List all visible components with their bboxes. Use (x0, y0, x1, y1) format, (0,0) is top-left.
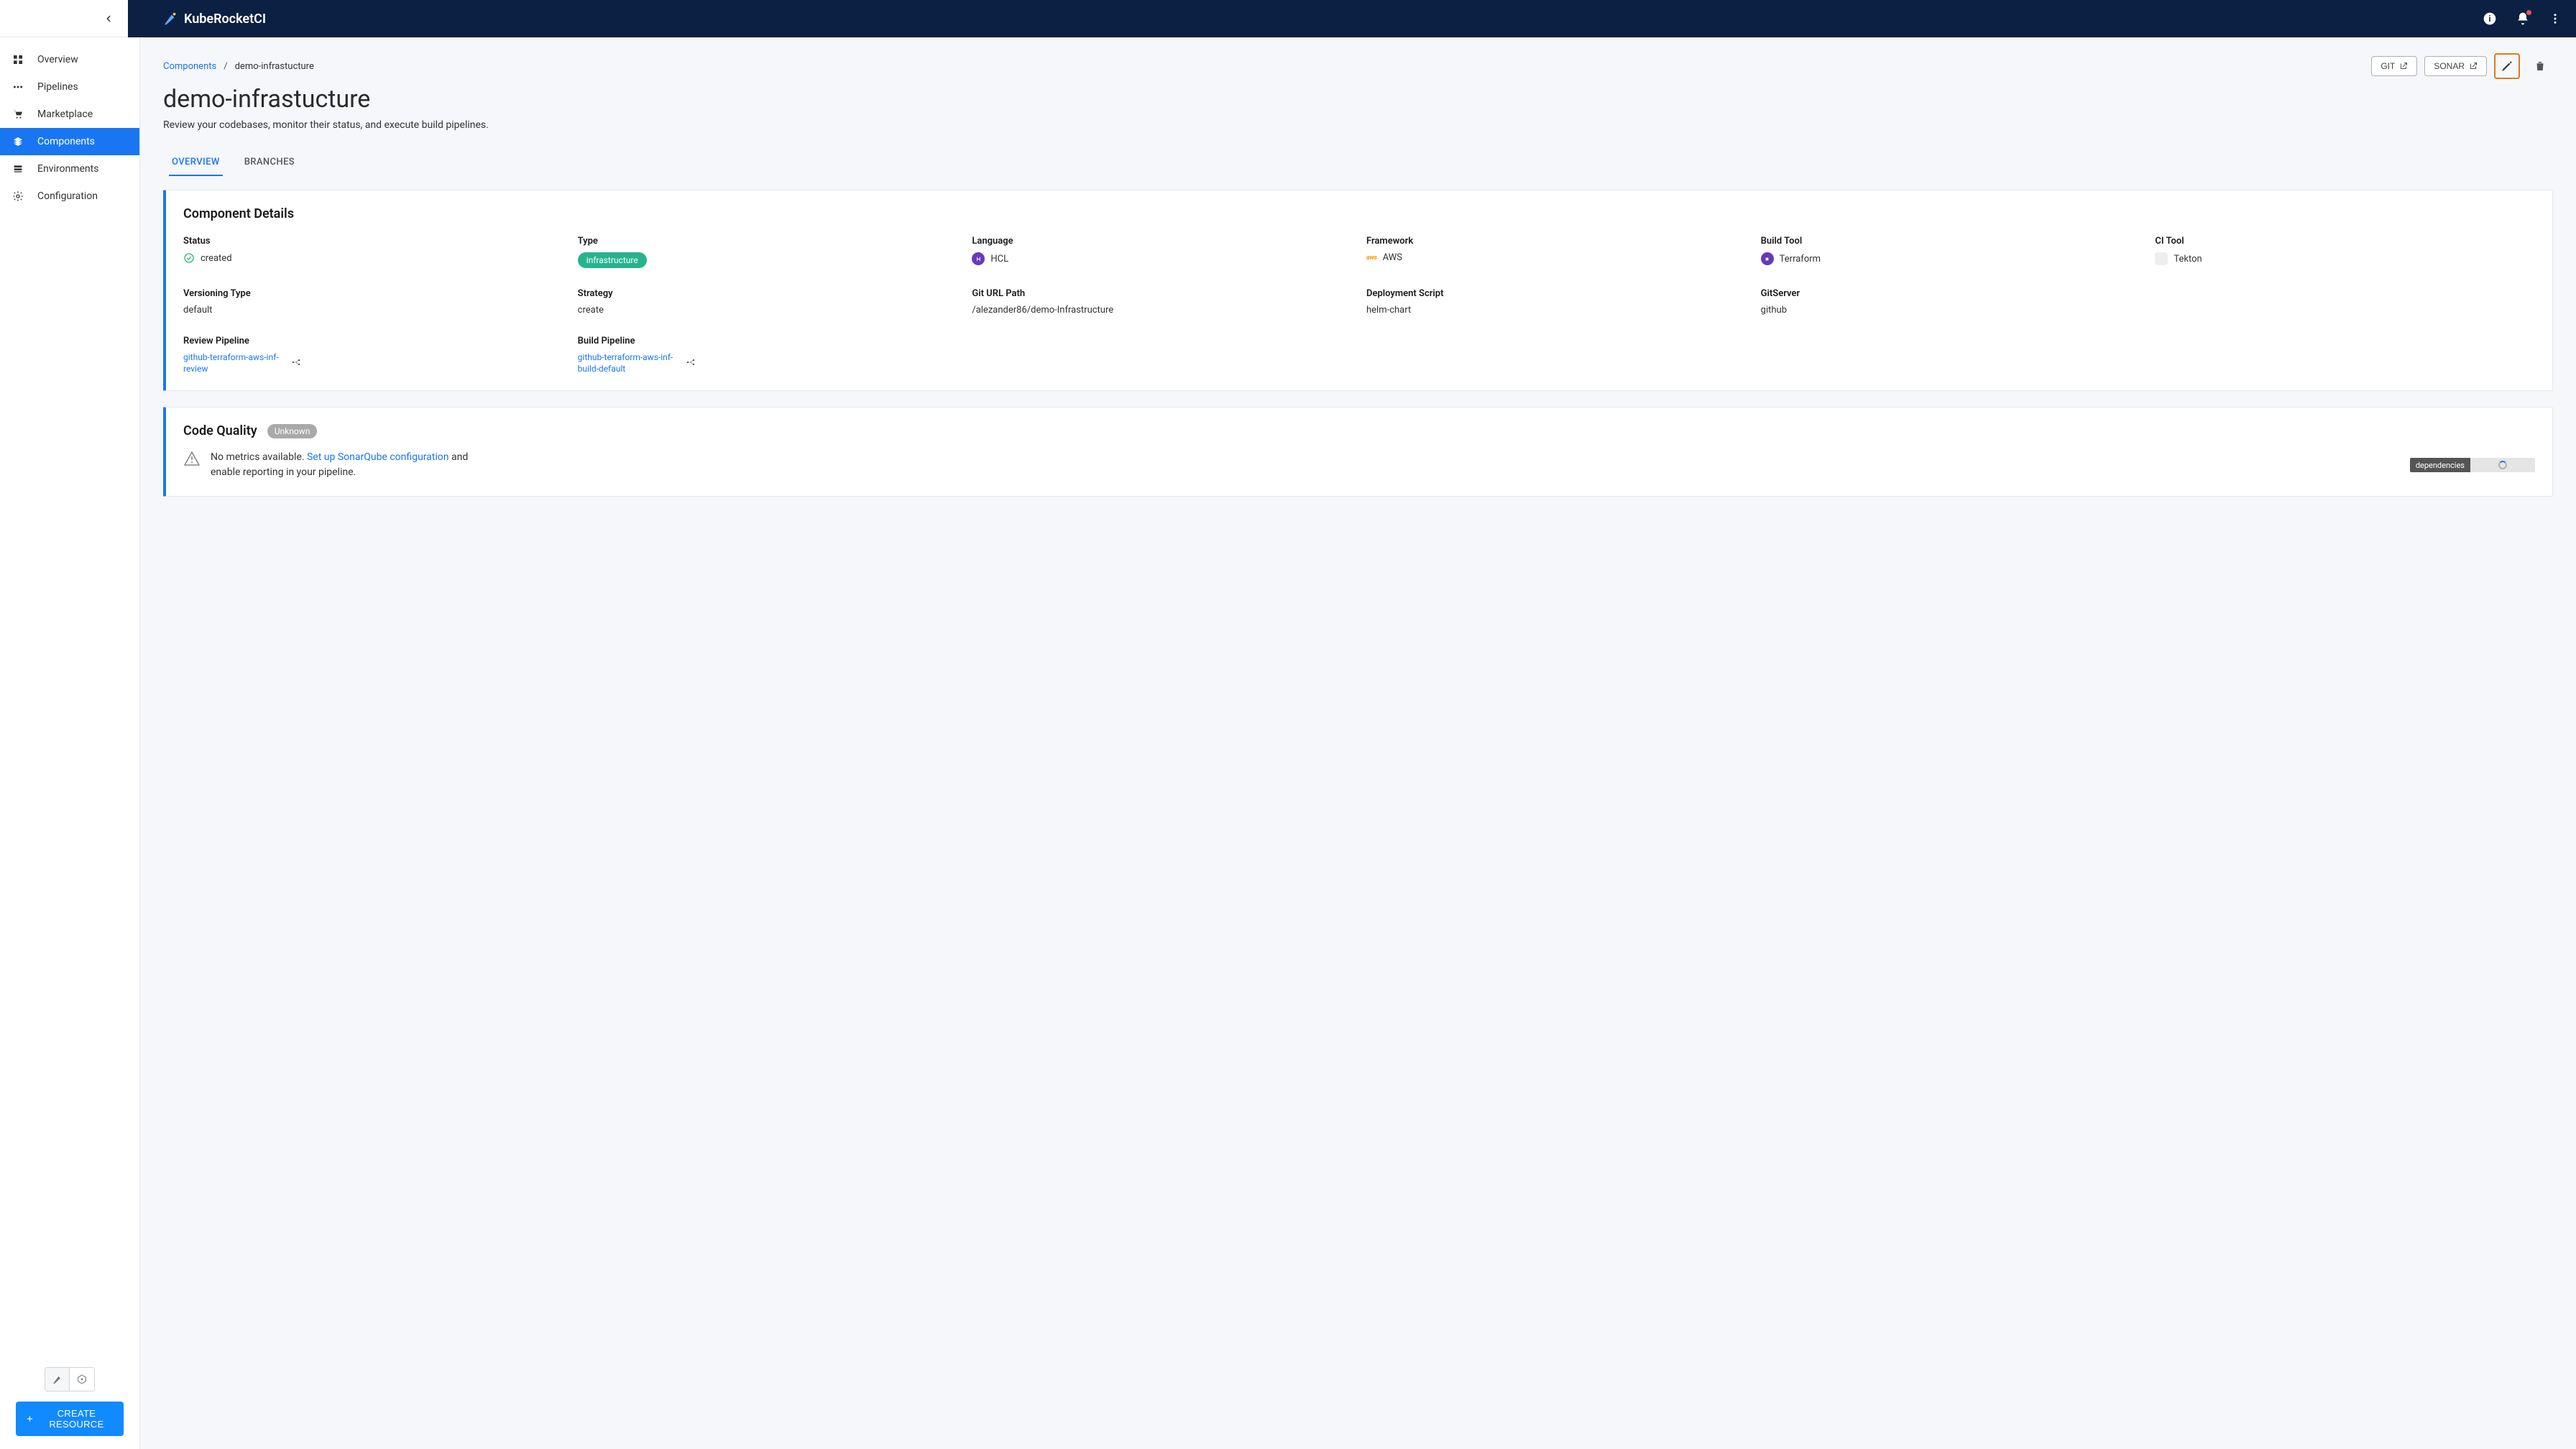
review-pipeline-link[interactable]: github-terraform-aws-inf-review (183, 352, 284, 374)
git-button-label: GIT (2380, 61, 2395, 71)
deploy-script-value: helm-chart (1366, 305, 1747, 316)
sidebar-item-label: Pipelines (37, 81, 78, 93)
git-button[interactable]: GIT (2371, 56, 2417, 76)
stack-icon (12, 162, 24, 175)
app-header: KubeRocketCI i (0, 0, 2576, 37)
dependencies-badge: dependencies (2410, 458, 2535, 472)
sidebar: Overview Pipelines Marketplace Component… (0, 37, 140, 1449)
code-quality-card: Code Quality Unknown No metrics availabl… (163, 407, 2553, 497)
breadcrumb: Components / demo-infrastucture (163, 61, 314, 72)
brand-icon (162, 11, 178, 27)
git-url-label: Git URL Path (972, 288, 1352, 299)
breadcrumb-current: demo-infrastucture (235, 61, 314, 72)
strategy-label: Strategy (578, 288, 958, 299)
view-toggle (45, 1367, 95, 1392)
check-circle-icon (183, 252, 195, 264)
main-content: Components / demo-infrastucture GIT SONA… (140, 37, 2576, 1449)
git-server-label: GitServer (1761, 288, 2141, 299)
dependencies-badge-status (2470, 458, 2535, 472)
notification-dot (2526, 10, 2531, 15)
component-details-heading: Component Details (183, 206, 2535, 221)
ci-tool-value: Tekton (2155, 252, 2535, 265)
pipeline-graph-icon[interactable] (686, 356, 696, 370)
code-quality-heading: Code Quality (183, 423, 257, 438)
type-pill: infrastructure (578, 252, 647, 268)
pencil-icon (2501, 60, 2513, 73)
sonar-button[interactable]: SONAR (2424, 56, 2487, 76)
language-label: Language (972, 236, 1352, 247)
create-resource-label: CREATE RESOURCE (40, 1408, 114, 1430)
sidebar-item-label: Environments (37, 163, 98, 175)
gear-icon (12, 190, 24, 203)
external-link-icon (2399, 62, 2408, 70)
sidebar-item-label: Overview (37, 54, 78, 65)
dependencies-badge-label: dependencies (2410, 458, 2470, 472)
dashboard-icon (12, 53, 24, 66)
pipelines-icon (12, 80, 24, 93)
delete-button[interactable] (2527, 53, 2553, 79)
tabs: OVERVIEW BRANCHES (163, 150, 2553, 177)
view-toggle-rocket[interactable] (45, 1368, 70, 1391)
edit-button[interactable] (2494, 53, 2520, 79)
breadcrumb-separator: / (224, 61, 227, 72)
status-label: Status (183, 236, 564, 247)
sidebar-item-environments[interactable]: Environments (0, 155, 139, 183)
brand-name: KubeRocketCI (184, 12, 266, 27)
versioning-type-value: default (183, 305, 564, 316)
page-title: demo-infrastucture (163, 85, 2553, 114)
terraform-icon (1761, 252, 1774, 265)
info-button[interactable]: i (2480, 9, 2500, 29)
framework-label: Framework (1366, 236, 1747, 247)
sidebar-item-configuration[interactable]: Configuration (0, 183, 139, 210)
trash-icon (2534, 60, 2547, 73)
build-pipeline-label: Build Pipeline (578, 336, 958, 346)
build-pipeline-link[interactable]: github-terraform-aws-inf-build-default (578, 352, 678, 374)
breadcrumb-root[interactable]: Components (163, 61, 216, 72)
warning-icon (183, 450, 201, 472)
svg-text:i: i (2488, 14, 2490, 24)
loading-spinner-icon (2498, 461, 2507, 469)
external-link-icon (2469, 62, 2478, 70)
versioning-type-label: Versioning Type (183, 288, 564, 299)
sidebar-item-pipelines[interactable]: Pipelines (0, 73, 139, 101)
tab-branches[interactable]: BRANCHES (242, 150, 298, 176)
sidebar-item-components[interactable]: Components (0, 128, 139, 155)
ci-tool-label: CI Tool (2155, 236, 2535, 247)
code-quality-message: No metrics available. Set up SonarQube c… (211, 450, 492, 480)
pipeline-graph-icon[interactable] (291, 356, 301, 370)
tekton-icon (2155, 252, 2168, 265)
cart-icon (12, 108, 24, 121)
sonarqube-config-link[interactable]: Set up SonarQube configuration (307, 451, 449, 463)
tab-overview[interactable]: OVERVIEW (169, 150, 223, 176)
build-tool-value: Terraform (1761, 252, 2141, 265)
sidebar-item-overview[interactable]: Overview (0, 46, 139, 73)
type-label: Type (578, 236, 958, 247)
sidebar-item-label: Configuration (37, 190, 98, 202)
language-value: HCL (972, 252, 1352, 265)
layers-icon (12, 135, 24, 148)
sidebar-item-marketplace[interactable]: Marketplace (0, 101, 139, 128)
sidebar-collapse-button[interactable] (0, 0, 128, 37)
build-tool-label: Build Tool (1761, 236, 2141, 247)
aws-icon: aws (1366, 254, 1377, 262)
framework-value: aws AWS (1366, 252, 1747, 263)
review-pipeline-label: Review Pipeline (183, 336, 564, 346)
git-server-value: github (1761, 305, 2141, 316)
hcl-icon (972, 252, 985, 265)
page-description: Review your codebases, monitor their sta… (163, 119, 2553, 131)
sonar-button-label: SONAR (2434, 61, 2465, 71)
brand: KubeRocketCI (162, 11, 266, 27)
code-quality-badge: Unknown (267, 424, 318, 438)
sidebar-item-label: Marketplace (37, 109, 93, 120)
notifications-button[interactable] (2513, 9, 2533, 29)
strategy-value: create (578, 305, 958, 316)
create-resource-button[interactable]: CREATE RESOURCE (16, 1402, 124, 1436)
sidebar-item-label: Components (37, 136, 95, 147)
status-value: created (183, 252, 564, 264)
git-url-value: /alezander86/demo-Infrastructure (972, 305, 1352, 316)
view-toggle-k8s[interactable] (70, 1368, 94, 1391)
deploy-script-label: Deployment Script (1366, 288, 1747, 299)
more-button[interactable] (2546, 9, 2564, 28)
component-details-card: Component Details Status created Type in… (163, 190, 2553, 391)
